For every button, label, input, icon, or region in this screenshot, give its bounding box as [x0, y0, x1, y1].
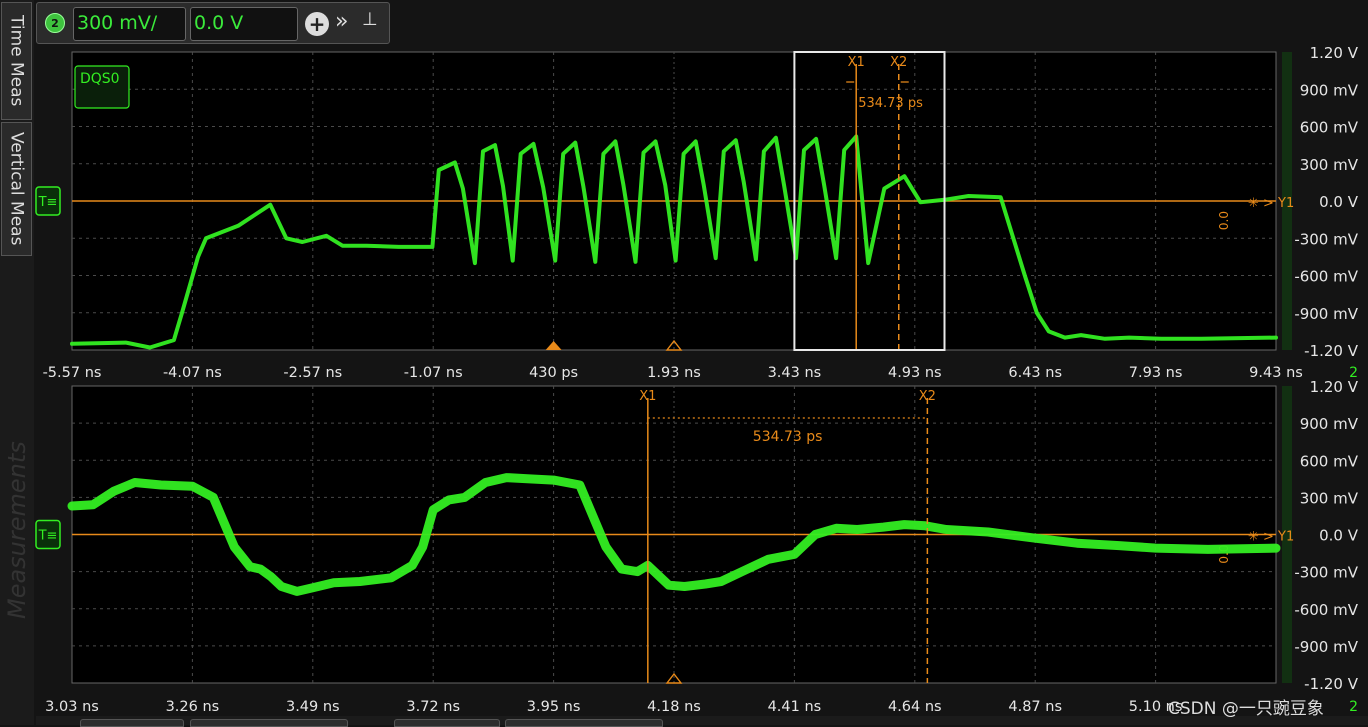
bottom-tab[interactable] [190, 719, 348, 727]
y-tick-label: 0.0 V [1319, 527, 1359, 545]
channel-label: DQS0 [80, 71, 120, 87]
y-tick-label: -900 mV [1294, 638, 1358, 656]
x-tick-label: 3.43 ns [768, 365, 822, 381]
x1-cursor-label: X1 [848, 55, 865, 70]
oscilloscope-display: 1.20 V 900 mV 600 mV 300 mV 0.0 V -300 mV -600… [35, 44, 1359, 715]
y-tick-label: 900 mV [1300, 415, 1359, 433]
x-tick-label: 430 ps [529, 365, 578, 381]
x-tick-label: 6.43 ns [1008, 365, 1062, 381]
x-tick-label: 7.93 ns [1129, 365, 1183, 381]
y-tick-label: 900 mV [1300, 81, 1359, 99]
y-tick-label: 1.20 V [1310, 44, 1359, 62]
cursor-delta-readout: 534.73 ps [858, 96, 923, 111]
x2-cursor-label: X2 [919, 389, 936, 404]
y-tick-label: -600 mV [1294, 268, 1358, 286]
x-tick-label: -1.07 ns [404, 365, 463, 381]
x-tick-label: 3.72 ns [406, 699, 460, 715]
channel-offset-marker-label: T≡ [38, 529, 58, 544]
x-tick-label: 9.43 ns [1249, 365, 1303, 381]
x-tick-label: 1.93 ns [647, 365, 701, 381]
chart-pane-2: 1.20 V 900 mV 600 mV 300 mV 0.0 V -300 mV -600… [35, 378, 1359, 715]
x1-cursor-label: X1 [639, 389, 656, 404]
y1-cursor-value: 0.0 [1217, 211, 1231, 230]
bottom-tab[interactable] [394, 719, 500, 727]
x-tick-label: -5.57 ns [43, 365, 102, 381]
y-tick-label: -300 mV [1294, 564, 1358, 582]
y-tick-label: 0.0 V [1319, 193, 1359, 211]
y-tick-label: -600 mV [1294, 601, 1358, 619]
x-tick-label: 3.95 ns [527, 699, 581, 715]
y-tick-label: -1.20 V [1304, 342, 1359, 360]
y-tick-label: 1.20 V [1310, 378, 1359, 396]
x-tick-label: 4.41 ns [768, 699, 822, 715]
watermark-text: CSDN @一只豌豆象 [1168, 699, 1324, 719]
x-tick-label: 4.18 ns [647, 699, 701, 715]
cursor-delta-readout: 534.73 ps [753, 429, 823, 445]
y-tick-label: -900 mV [1294, 305, 1358, 323]
y1-cursor-label: ✳ > Y1 [1248, 530, 1294, 545]
y-tick-label: 600 mV [1300, 119, 1359, 137]
x-tick-label: -2.57 ns [283, 365, 342, 381]
channel-offset-marker-label: T≡ [38, 195, 58, 210]
y1-cursor-label: ✳ > Y1 [1248, 196, 1294, 211]
x-tick-label: 4.93 ns [888, 365, 942, 381]
x-tick-label: 4.64 ns [888, 699, 942, 715]
x-tick-label: 3.03 ns [45, 699, 99, 715]
channel-marker-label: 2 [1349, 699, 1358, 715]
chart-pane-1: 1.20 V 900 mV 600 mV 300 mV 0.0 V -300 mV -600… [35, 44, 1359, 381]
x-tick-label: 4.87 ns [1008, 699, 1062, 715]
bottom-tab[interactable] [505, 719, 663, 727]
y-tick-label: 600 mV [1300, 452, 1359, 470]
x2-cursor-label: X2 [890, 55, 907, 70]
y-tick-label: -1.20 V [1304, 675, 1359, 693]
y-tick-label: 300 mV [1300, 156, 1359, 174]
y-tick-label: -300 mV [1294, 230, 1358, 248]
bottom-tab[interactable] [80, 719, 184, 727]
x-tick-label: 3.49 ns [286, 699, 340, 715]
x-tick-label: 3.26 ns [166, 699, 220, 715]
x-tick-label: -4.07 ns [163, 365, 222, 381]
y-tick-label: 300 mV [1300, 489, 1359, 507]
